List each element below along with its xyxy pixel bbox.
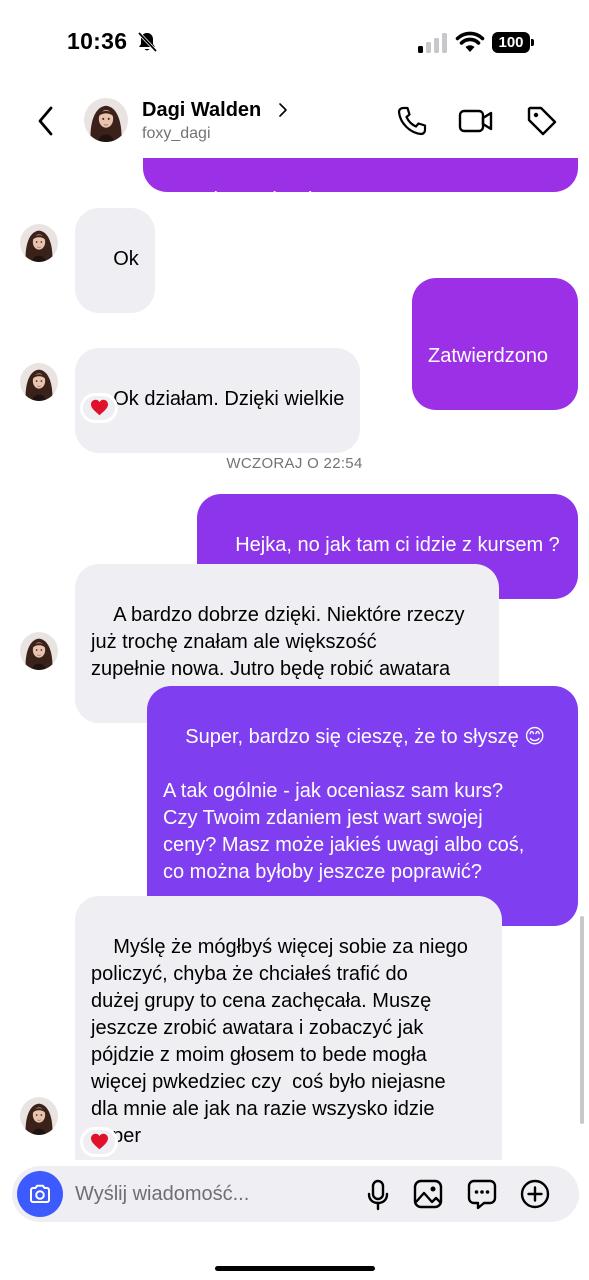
cellular-signal-icon bbox=[418, 33, 447, 53]
camera-button[interactable] bbox=[17, 1171, 63, 1217]
incoming-message[interactable]: Myślę że mógłbyś więcej sobie za niego p… bbox=[75, 896, 502, 1160]
add-circle-icon[interactable] bbox=[519, 1178, 551, 1210]
camera-icon bbox=[30, 1184, 50, 1203]
chevron-right-icon[interactable] bbox=[277, 102, 289, 118]
home-indicator bbox=[215, 1266, 375, 1271]
message-text: Hejka, no jak tam ci idzie z kursem ? bbox=[235, 534, 560, 556]
message-text: Zatwierdzono bbox=[428, 345, 549, 367]
heart-reaction[interactable] bbox=[80, 393, 118, 423]
battery-indicator: 100 bbox=[492, 32, 534, 53]
tag-icon[interactable] bbox=[525, 104, 559, 138]
heart-icon bbox=[90, 1133, 109, 1150]
contact-handle: foxy_dagi bbox=[142, 125, 211, 142]
message-text: Myślę że mógłbyś więcej sobie za niego p… bbox=[91, 936, 468, 1147]
sticker-message-icon[interactable] bbox=[466, 1178, 498, 1210]
heart-reaction[interactable] bbox=[80, 1127, 118, 1157]
heart-icon bbox=[90, 399, 109, 416]
incoming-message[interactable]: Ok działam. Dzięki wielkie bbox=[75, 348, 361, 453]
message-text: Super, bardzo się cieszę, że to słyszę 😊… bbox=[163, 726, 546, 883]
battery-level: 100 bbox=[492, 32, 530, 53]
outgoing-message[interactable]: Super, bardzo się cieszę, że to słyszę 😊… bbox=[147, 686, 578, 926]
status-bar: 10:36 100 bbox=[0, 0, 589, 90]
contact-name[interactable]: Dagi Walden bbox=[142, 99, 261, 122]
sender-avatar[interactable] bbox=[20, 1097, 58, 1135]
date-divider: WCZORAJ O 22:54 bbox=[226, 455, 363, 472]
status-time: 10:36 bbox=[67, 28, 128, 54]
video-call-icon[interactable] bbox=[458, 105, 494, 137]
chat-header: Dagi Walden foxy_dagi bbox=[0, 90, 589, 158]
outgoing-message[interactable]: Zatwierdzono bbox=[412, 278, 578, 410]
message-text: A bardzo dobrze dzięki. Niektóre rzeczy … bbox=[91, 604, 465, 680]
battery-tip bbox=[531, 39, 534, 46]
message-text: zaakceptuję Cię. bbox=[181, 189, 330, 211]
back-chevron-icon[interactable] bbox=[34, 104, 60, 138]
sender-avatar[interactable] bbox=[20, 224, 58, 262]
scrollbar[interactable] bbox=[580, 916, 584, 1124]
incoming-message[interactable]: Ok bbox=[75, 208, 155, 313]
wifi-icon bbox=[455, 31, 485, 52]
message-text: Ok bbox=[113, 248, 139, 270]
gallery-icon[interactable] bbox=[412, 1178, 444, 1210]
microphone-icon[interactable] bbox=[365, 1179, 391, 1211]
message-input[interactable] bbox=[75, 1180, 355, 1208]
bell-muted-icon bbox=[137, 31, 158, 53]
contact-avatar[interactable] bbox=[84, 98, 128, 142]
message-composer bbox=[12, 1166, 579, 1222]
phone-call-icon[interactable] bbox=[396, 105, 428, 137]
sender-avatar[interactable] bbox=[20, 632, 58, 670]
message-text: Ok działam. Dzięki wielkie bbox=[113, 388, 345, 410]
message-thread[interactable]: zaakceptuję Cię. Ok Zatwierdzono Ok dzia… bbox=[0, 158, 589, 1160]
sender-avatar[interactable] bbox=[20, 363, 58, 401]
outgoing-message[interactable]: zaakceptuję Cię. bbox=[143, 158, 578, 211]
